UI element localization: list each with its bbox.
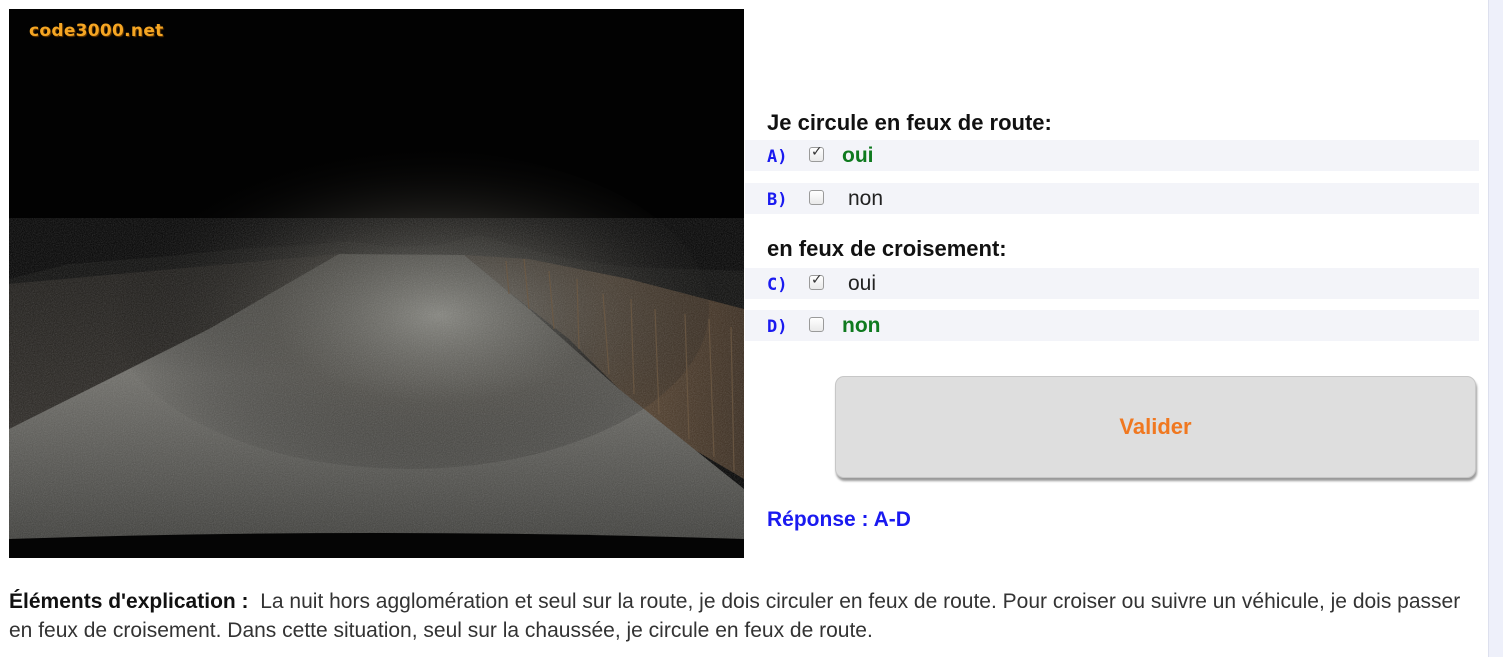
night-road-photo: code3000.net (9, 9, 744, 558)
answer-row-b[interactable]: B) non (745, 183, 1479, 214)
checkmark-icon: ✓ (811, 144, 823, 160)
page-side-strip (1488, 0, 1503, 657)
answer-text-b: non (848, 187, 884, 210)
answer-letter-d: D) (767, 317, 788, 337)
watermark-logo: code3000.net (29, 21, 164, 41)
answer-row-a[interactable]: A) ✓ oui (745, 140, 1479, 171)
answer-text-a: oui (842, 144, 874, 167)
answer-checkbox-b[interactable] (809, 190, 824, 205)
validate-button[interactable]: Valider (835, 376, 1476, 478)
checkmark-icon: ✓ (811, 272, 823, 288)
answer-text-c: oui (848, 272, 877, 295)
answer-letter-b: B) (767, 190, 788, 210)
answer-key: Réponse : A-D (767, 508, 911, 531)
answer-row-d[interactable]: D) non (745, 310, 1479, 341)
answer-text-d: non (842, 314, 881, 337)
answer-checkbox-d[interactable] (809, 317, 824, 332)
question-1-title: Je circule en feux de route: (767, 110, 1052, 135)
answer-letter-c: C) (767, 275, 788, 295)
road-scene-graphic (9, 9, 744, 558)
answer-row-c[interactable]: C) ✓ oui (745, 268, 1479, 299)
answer-checkbox-c[interactable]: ✓ (809, 272, 824, 290)
answer-checkbox-a[interactable]: ✓ (809, 144, 824, 162)
question-2-title: en feux de croisement: (767, 236, 1007, 261)
explanation-label: Éléments d'explication : (9, 590, 249, 613)
answer-letter-a: A) (767, 147, 788, 167)
explanation-paragraph: Éléments d'explication : La nuit hors ag… (9, 587, 1479, 645)
